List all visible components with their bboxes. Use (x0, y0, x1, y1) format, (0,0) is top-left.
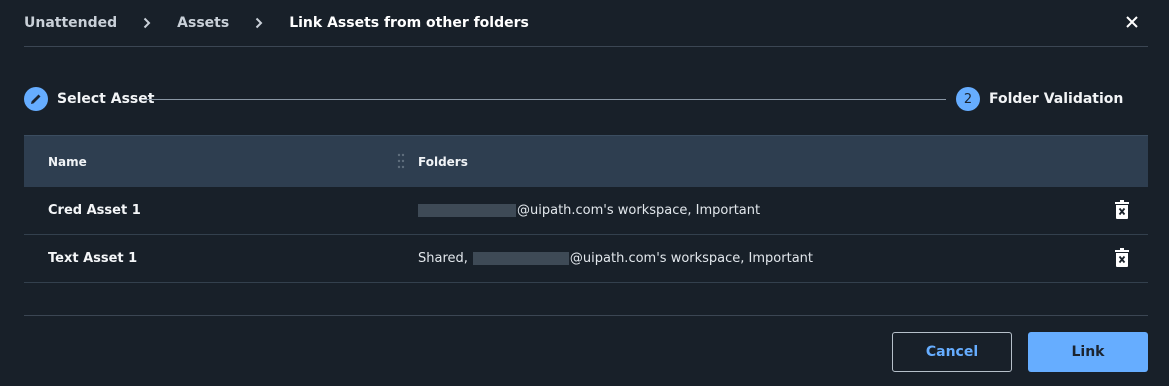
column-header-name[interactable]: Name (48, 155, 87, 169)
breadcrumb: Unattended Assets Link Assets from other… (24, 0, 1148, 47)
step-folder-validation-label: Folder Validation (989, 91, 1124, 107)
redacted-text (418, 204, 516, 217)
assets-table: Name Folders Cred Asset 1 @uipath.com's … (24, 135, 1148, 283)
pencil-icon (24, 87, 48, 111)
stepper: Select Asset 2 Folder Validation (24, 87, 1148, 111)
breadcrumb-unattended[interactable]: Unattended (24, 15, 117, 31)
step-select-asset[interactable]: Select Asset (24, 87, 154, 111)
asset-name: Cred Asset 1 (48, 203, 141, 218)
folders-prefix-text: Shared, (418, 251, 468, 266)
column-header-folders[interactable]: Folders (418, 155, 468, 169)
asset-folders: Shared, @uipath.com's workspace, Importa… (418, 235, 813, 282)
asset-folders: @uipath.com's workspace, Important (418, 187, 760, 234)
breadcrumb-current-page: Link Assets from other folders (289, 15, 529, 31)
close-icon[interactable] (1122, 12, 1142, 32)
chevron-right-icon (252, 17, 266, 29)
table-row: Text Asset 1 Shared, @uipath.com's works… (24, 235, 1148, 283)
delete-icon[interactable] (1114, 248, 1130, 268)
step-select-asset-label: Select Asset (57, 91, 155, 107)
chevron-right-icon (140, 17, 154, 29)
link-button[interactable]: Link (1028, 332, 1148, 372)
footer-divider (24, 315, 1148, 316)
cancel-button[interactable]: Cancel (892, 332, 1012, 372)
folders-text: @uipath.com's workspace, Important (517, 203, 761, 218)
folders-text: @uipath.com's workspace, Important (569, 251, 813, 266)
asset-name: Text Asset 1 (48, 251, 138, 266)
step-connector (144, 99, 946, 100)
table-header: Name Folders (24, 135, 1148, 187)
breadcrumb-assets[interactable]: Assets (177, 15, 229, 31)
step-folder-validation[interactable]: 2 Folder Validation (956, 87, 1123, 111)
table-row: Cred Asset 1 @uipath.com's workspace, Im… (24, 187, 1148, 235)
column-resize-handle-icon[interactable] (397, 153, 405, 169)
step-number: 2 (956, 87, 980, 111)
redacted-text (472, 252, 569, 265)
delete-icon[interactable] (1114, 200, 1130, 220)
